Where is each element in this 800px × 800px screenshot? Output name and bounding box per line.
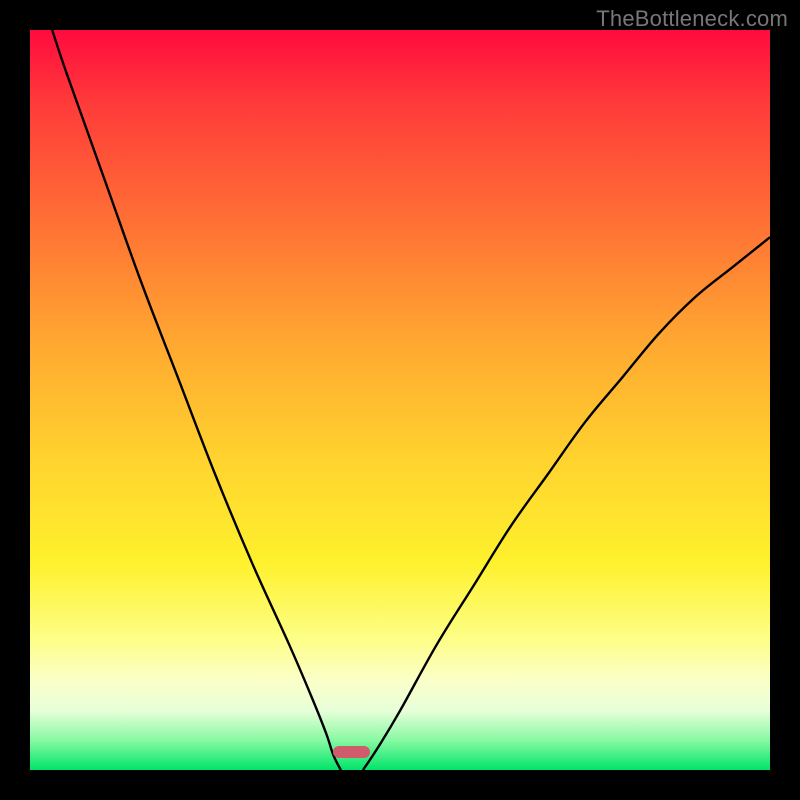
watermark-text: TheBottleneck.com	[596, 6, 788, 32]
curve-right-branch	[363, 237, 770, 770]
curve-left-branch	[52, 30, 341, 770]
chart-plot-area	[30, 30, 770, 770]
bottleneck-marker	[333, 746, 370, 758]
bottleneck-curve	[30, 30, 770, 770]
